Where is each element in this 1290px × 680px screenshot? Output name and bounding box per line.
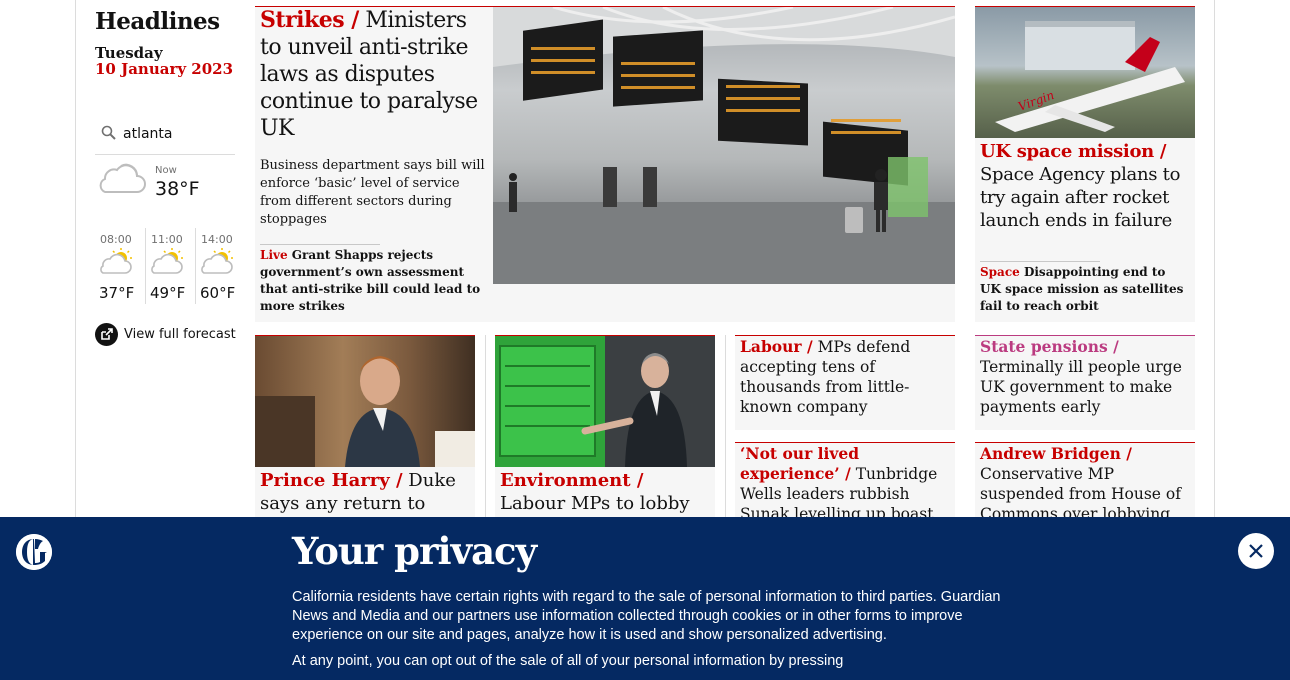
lead-headline[interactable]: Strikes / Ministers to unveil anti-strik… bbox=[260, 7, 488, 142]
live-badge: Live bbox=[260, 248, 288, 262]
aircraft-scene: Virgin bbox=[995, 21, 1185, 132]
space-kicker: UK space mission / bbox=[980, 141, 1167, 162]
space-headline-text: Space Agency plans to try again after ro… bbox=[980, 164, 1181, 231]
space-sub-kicker: Space bbox=[980, 265, 1020, 279]
partly-sunny-icon bbox=[151, 248, 183, 274]
view-full-forecast-label: View full forecast bbox=[124, 326, 236, 342]
environment-image[interactable] bbox=[495, 336, 715, 467]
forecast-temp: 60°F bbox=[200, 284, 236, 302]
prince-harry-headline[interactable]: Prince Harry / Duke says any return to r… bbox=[260, 469, 472, 517]
environment-headline[interactable]: Environment / Labour MPs to lobby Keir bbox=[500, 469, 712, 517]
lead-sublink-divider bbox=[260, 244, 380, 245]
lead-live-sublink[interactable]: Live Grant Shapps rejects government’s o… bbox=[260, 247, 488, 315]
hourly-forecast: 08:00 37°F 11:00 49°F 14:00 60°F bbox=[95, 228, 245, 304]
weather-now-label: Now bbox=[155, 165, 177, 176]
prince-harry-kicker: Prince Harry / bbox=[260, 470, 403, 491]
forecast-time: 08:00 bbox=[100, 233, 132, 246]
section-title: Headlines bbox=[95, 8, 220, 35]
forecast-temp: 49°F bbox=[150, 284, 186, 302]
forecast-time: 11:00 bbox=[151, 233, 183, 246]
privacy-body-cut-text: At any point, you can opt out of the sal… bbox=[292, 653, 844, 669]
privacy-title: Your privacy bbox=[292, 529, 537, 573]
lead-standfirst: Business department says bill will enfor… bbox=[260, 158, 485, 227]
tunbridge-wells-card[interactable]: ‘Not our lived experience’ / Tunbridge W… bbox=[735, 442, 955, 517]
tunbridge-wells-kicker: ‘Not our lived experience’ / bbox=[740, 444, 860, 483]
external-link-icon bbox=[95, 322, 118, 346]
lead-kicker: Strikes / bbox=[260, 7, 359, 33]
search-icon bbox=[101, 125, 116, 140]
space-headline[interactable]: UK space mission / Space Agency plans to… bbox=[980, 140, 1190, 232]
privacy-body: California residents have certain rights… bbox=[292, 588, 1002, 671]
privacy-body-text: California residents have certain rights… bbox=[292, 589, 1001, 643]
state-pensions-headline[interactable]: State pensions / Terminally ill people u… bbox=[980, 337, 1192, 417]
station-scene bbox=[493, 7, 955, 284]
space-sublink[interactable]: Space Disappointing end to UK space miss… bbox=[980, 264, 1190, 315]
cloudy-icon bbox=[99, 163, 146, 193]
andrew-bridgen-card[interactable]: Andrew Bridgen / Conservative MP suspend… bbox=[975, 442, 1195, 517]
lead-story-card[interactable]: Strikes / Ministers to unveil anti-strik… bbox=[255, 6, 955, 322]
prince-harry-image[interactable] bbox=[255, 336, 475, 467]
state-pensions-headline-text: Terminally ill people urge UK government… bbox=[980, 358, 1182, 416]
forecast-time: 14:00 bbox=[201, 233, 233, 246]
privacy-consent-banner: Your privacy California residents have c… bbox=[0, 517, 1290, 680]
andrew-bridgen-kicker: Andrew Bridgen / bbox=[980, 444, 1132, 463]
labour-kicker: Labour / bbox=[740, 337, 813, 356]
current-date: 10 January 2023 bbox=[95, 60, 234, 78]
space-story-card[interactable]: Virgin UK space mission / Space Agency p… bbox=[975, 6, 1195, 322]
partly-sunny-icon bbox=[201, 248, 233, 274]
tunbridge-wells-headline[interactable]: ‘Not our lived experience’ / Tunbridge W… bbox=[740, 444, 952, 517]
labour-headline[interactable]: Labour / MPs defend accepting tens of th… bbox=[740, 337, 952, 417]
location-input[interactable] bbox=[123, 123, 233, 145]
guardian-logo-icon bbox=[16, 534, 52, 570]
state-pensions-card[interactable]: State pensions / Terminally ill people u… bbox=[975, 335, 1195, 430]
forecast-slot: 14:00 60°F bbox=[195, 228, 245, 304]
column-divider bbox=[485, 335, 486, 517]
column-divider bbox=[725, 335, 726, 517]
view-full-forecast-link[interactable]: View full forecast bbox=[95, 322, 236, 346]
weather-location-search bbox=[95, 118, 235, 155]
labour-card[interactable]: Labour / MPs defend accepting tens of th… bbox=[735, 335, 955, 430]
lead-sublink-text: Grant Shapps rejects government’s own as… bbox=[260, 248, 481, 313]
forecast-temp: 37°F bbox=[99, 284, 135, 302]
environment-headline-text: Labour MPs to lobby Keir bbox=[500, 493, 690, 517]
space-image-virgin-jet[interactable]: Virgin bbox=[975, 7, 1195, 138]
interview-scene bbox=[255, 356, 475, 467]
partly-sunny-icon bbox=[100, 248, 132, 274]
environment-kicker: Environment / bbox=[500, 470, 644, 491]
environment-card[interactable]: Environment / Labour MPs to lobby Keir bbox=[495, 335, 715, 517]
close-privacy-button[interactable] bbox=[1238, 533, 1274, 569]
state-pensions-kicker: State pensions / bbox=[980, 337, 1119, 356]
space-sublink-divider bbox=[980, 261, 1100, 262]
andrew-bridgen-headline-text: Conservative MP suspended from House of … bbox=[980, 465, 1181, 517]
close-icon bbox=[1249, 544, 1263, 558]
weather-now-temp: 38°F bbox=[155, 178, 200, 200]
andrew-bridgen-headline[interactable]: Andrew Bridgen / Conservative MP suspend… bbox=[980, 444, 1192, 517]
lead-image-train-station[interactable] bbox=[493, 7, 955, 284]
heat-pump-scene bbox=[495, 336, 715, 467]
prince-harry-card[interactable]: Prince Harry / Duke says any return to r… bbox=[255, 335, 475, 517]
forecast-slot: 08:00 37°F bbox=[95, 228, 145, 304]
forecast-slot: 11:00 49°F bbox=[145, 228, 195, 304]
walker-figure bbox=[509, 173, 517, 212]
